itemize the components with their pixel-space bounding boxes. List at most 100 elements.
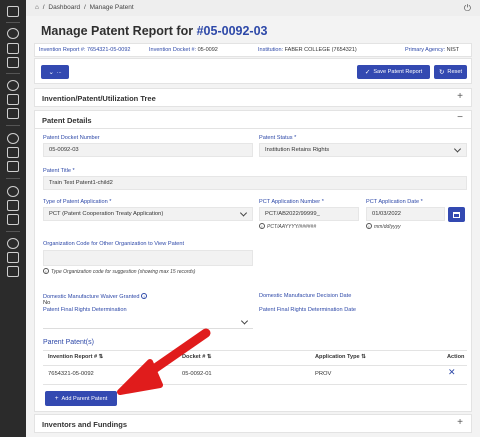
column-invention-report[interactable]: Invention Report # ⇅ [48, 354, 103, 360]
sort-icon[interactable]: ⇅ [361, 354, 366, 360]
cell-invention-report: 7654321-05-0092 [48, 371, 94, 377]
home-icon[interactable] [7, 6, 19, 17]
reset-button[interactable]: ↻ Reset [434, 65, 467, 79]
column-application-type[interactable]: Application Type ⇅ [315, 354, 366, 360]
inventors-fundings-title: Inventors and Fundings [42, 420, 128, 429]
pct-date-hint: i mm/dd/yyyy [366, 223, 401, 230]
remove-icon[interactable]: ✕ [448, 367, 456, 378]
docket-number-label: Patent Docket Number [43, 135, 100, 141]
app-sidebar [0, 0, 26, 437]
page-title: Manage Patent Report for #05-0092-03 [41, 24, 268, 38]
waiver-label: Domestic Manufacture Waiver Granted i [43, 293, 148, 300]
pct-number-label: PCT Application Number * [259, 199, 324, 205]
list-icon[interactable] [7, 161, 19, 172]
sidebar-divider [6, 73, 20, 74]
breadcrumb-separator: / [84, 4, 86, 11]
check-icon: ✓ [364, 69, 371, 76]
institution-info: Institution: FABER COLLEGE (7654321) [258, 47, 357, 53]
invention-report-info: Invention Report #: 7654321-05-0092 [39, 47, 131, 53]
document-icon[interactable] [7, 94, 19, 105]
patent-status-select[interactable]: Institution Retains Rights [259, 143, 467, 157]
patent-title-label: Patent Title * [43, 168, 75, 174]
decision-date-label: Domestic Manufacture Decision Date [259, 293, 352, 299]
pct-date-field[interactable]: 01/03/2022 [366, 207, 445, 221]
tree-panel[interactable]: Invention/Patent/Utilization Tree + [34, 88, 472, 107]
plus-icon: + [54, 395, 59, 402]
sidebar-divider [6, 178, 20, 179]
chevron-down-icon [453, 145, 462, 153]
pct-date-label: PCT Application Date * [366, 199, 423, 205]
sidebar-divider [6, 231, 20, 232]
action-bar: ⌄ ... ✓ Save Patent Report ↻ Reset [34, 58, 472, 84]
plus-icon[interactable]: + [457, 417, 463, 428]
application-type-label: Type of Patent Application * [43, 199, 112, 205]
patent-title-field[interactable]: Train Test Patent1-child2 [43, 176, 467, 190]
invention-docket-info: Invention Docket #: 05-0092 [149, 47, 218, 53]
power-icon[interactable]: ⏻ [464, 3, 471, 14]
breadcrumb: ⌂ / Dashboard / Manage Patent [34, 4, 135, 11]
primary-agency-info: Primary Agency: NIST [405, 47, 460, 53]
inventors-fundings-panel[interactable]: Inventors and Fundings + [34, 414, 472, 433]
info-icon: i [366, 223, 372, 229]
pct-number-hint: i PCT/AAYYYY/###### [259, 223, 316, 230]
bank-icon[interactable] [7, 252, 19, 263]
divider [43, 365, 467, 366]
divider [43, 384, 467, 385]
sort-icon[interactable]: ⇅ [99, 354, 104, 360]
globe-icon[interactable] [7, 80, 19, 91]
add-parent-patent-button[interactable]: + Add Parent Patent [45, 391, 117, 406]
breadcrumb-dashboard[interactable]: Dashboard [48, 4, 80, 11]
patent-status-label: Patent Status * [259, 135, 297, 141]
chevron-down-icon [239, 209, 248, 217]
chevron-down-icon: ⌄ [48, 69, 54, 76]
divider [43, 350, 467, 351]
breadcrumb-separator: / [42, 4, 45, 11]
final-rights-label: Patent Final Rights Determination [43, 307, 127, 313]
refresh-icon: ↻ [438, 69, 445, 76]
folder-icon[interactable] [7, 108, 19, 119]
org-code-field[interactable] [43, 250, 253, 266]
home-icon[interactable]: ⌂ [35, 4, 39, 11]
save-patent-report-button[interactable]: ✓ Save Patent Report [357, 65, 430, 79]
document-icon[interactable] [7, 147, 19, 158]
tree-panel-title: Invention/Patent/Utilization Tree [42, 94, 156, 103]
globe-icon[interactable] [7, 133, 19, 144]
user-icon[interactable] [7, 238, 19, 249]
sidebar-divider [6, 125, 20, 126]
patent-id: #05-0092-03 [196, 24, 268, 38]
folder-icon[interactable] [7, 214, 19, 225]
org-code-label: Organization Code for Other Organization… [43, 241, 185, 247]
patent-details-panel: Patent Details − Patent Docket Number 05… [34, 110, 472, 412]
cell-application-type: PROV [315, 371, 332, 377]
info-icon[interactable]: i [141, 293, 148, 299]
cell-docket: 05-0092-01 [182, 371, 212, 377]
calendar-icon [453, 211, 460, 218]
sort-icon[interactable]: ⇅ [207, 354, 212, 360]
column-action: Action [447, 354, 465, 360]
more-actions-dropdown[interactable]: ⌄ ... [41, 65, 69, 79]
archive-icon[interactable] [7, 266, 19, 277]
mail-icon[interactable] [7, 57, 19, 68]
document-icon[interactable] [7, 200, 19, 211]
final-rights-select[interactable] [43, 315, 253, 329]
final-rights-date-label: Patent Final Rights Determination Date [259, 307, 357, 313]
calendar-button[interactable] [448, 207, 465, 222]
org-code-hint: i Type Organization code for suggestion (… [43, 268, 195, 275]
minus-icon[interactable]: − [457, 112, 463, 123]
divider [35, 128, 471, 129]
patent-details-title: Patent Details [42, 116, 92, 125]
application-type-select[interactable]: PCT (Patent Cooperation Treaty Applicati… [43, 207, 253, 221]
invention-info-bar: Invention Report #: 7654321-05-0092 Inve… [34, 43, 472, 57]
waiver-value: No [43, 300, 51, 306]
sidebar-divider [6, 22, 20, 23]
globe-icon[interactable] [7, 186, 19, 197]
breadcrumb-current: Manage Patent [89, 4, 134, 11]
info-icon: i [43, 268, 49, 274]
settings-icon[interactable] [7, 28, 19, 39]
plus-icon[interactable]: + [457, 91, 463, 102]
chevron-down-icon [240, 316, 249, 325]
bell-icon[interactable] [7, 43, 19, 54]
docket-number-field[interactable]: 05-0092-03 [43, 143, 253, 157]
column-docket[interactable]: Docket # ⇅ [182, 354, 212, 360]
pct-number-field[interactable]: PCT/AB2022/99999_ [259, 207, 359, 221]
